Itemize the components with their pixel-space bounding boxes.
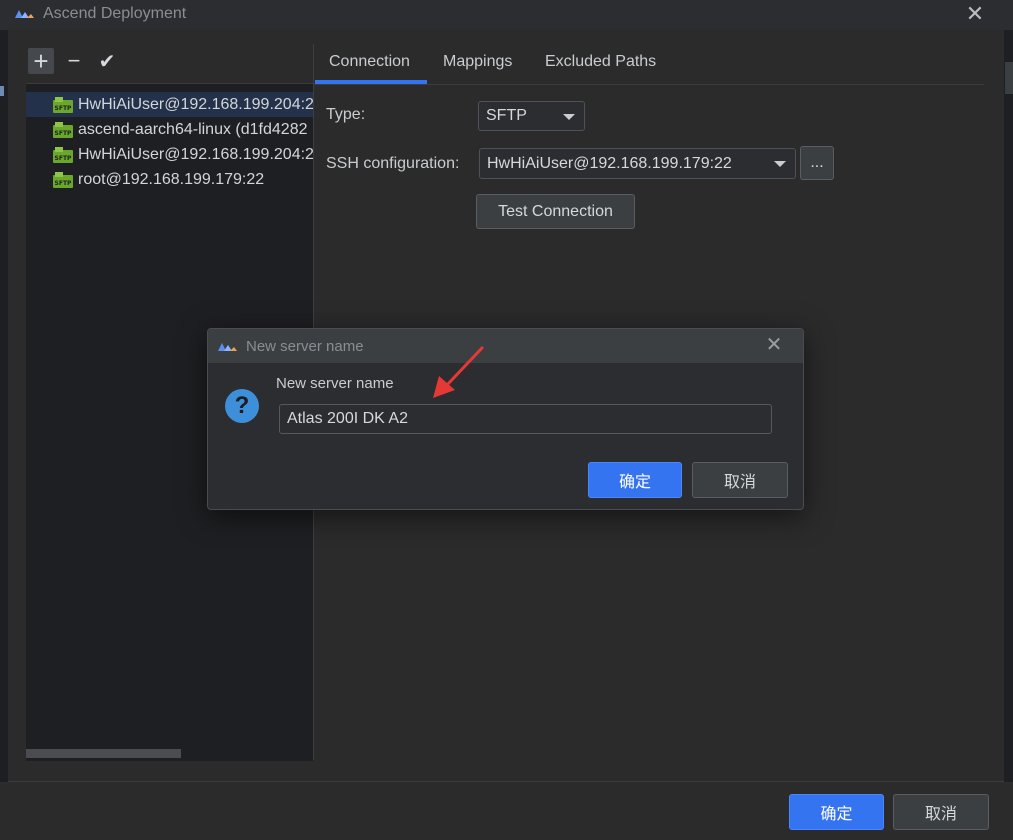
set-default-server-button[interactable]: ✔ [94,48,120,74]
server-list-item-label: root@192.168.199.179:22 [78,170,265,188]
sftp-icon: SFTP [53,171,73,188]
server-name-input[interactable] [279,404,772,434]
ssh-configuration-select[interactable]: HwHiAiUser@192.168.199.179:22 [479,148,796,179]
test-connection-button[interactable]: Test Connection [476,194,635,229]
window-left-edge [0,30,8,790]
window-close-icon[interactable]: ✕ [962,1,988,27]
tab-mappings[interactable]: Mappings [443,53,512,85]
footer-divider [8,781,1004,782]
question-icon: ? [225,389,259,423]
dialog-close-icon[interactable]: ✕ [762,333,786,357]
new-server-name-dialog: New server name ✕ ? New server name 确定 取… [207,328,804,510]
ascend-logo-icon [15,10,34,18]
dialog-title: New server name [246,338,364,355]
server-list-item[interactable]: SFTP HwHiAiUser@192.168.199.204:2 [26,92,313,117]
chevron-down-icon [563,114,575,120]
sftp-icon: SFTP [53,146,73,163]
type-select[interactable]: SFTP [478,101,585,131]
tab-excluded-paths[interactable]: Excluded Paths [545,53,656,85]
annotation-arrow [433,346,484,398]
ssh-configuration-value: HwHiAiUser@192.168.199.179:22 [487,154,732,172]
svg-text:SFTP: SFTP [55,155,73,162]
svg-text:SFTP: SFTP [55,130,73,137]
window-title: Ascend Deployment [43,5,187,22]
tab-divider [314,84,984,85]
type-select-value: SFTP [486,107,527,124]
add-server-button[interactable]: + [28,46,54,76]
window-right-edge [1004,30,1013,790]
active-tab-indicator [315,80,427,84]
chevron-down-icon [774,161,786,167]
dialog-cancel-button[interactable]: 取消 [692,462,788,498]
window-right-edge-handle [1005,62,1013,94]
cancel-button[interactable]: 取消 [893,794,989,830]
sftp-icon: SFTP [53,96,73,113]
ssh-configuration-label: SSH configuration: [326,155,460,172]
browse-ssh-config-button[interactable]: ... [800,146,834,180]
list-scrollbar-thumb[interactable] [26,749,181,758]
server-list-item[interactable]: SFTP root@192.168.199.179:22 [26,167,313,192]
server-list-item[interactable]: SFTP ascend-aarch64-linux (d1fd4282 [26,117,313,142]
server-list-item-label: ascend-aarch64-linux (d1fd4282 [78,120,308,138]
svg-text:SFTP: SFTP [55,180,73,187]
remove-server-button[interactable]: − [61,48,87,74]
server-list-item[interactable]: SFTP HwHiAiUser@192.168.199.204:2 [26,142,313,167]
ok-button[interactable]: 确定 [789,794,884,830]
window-edge-marker [0,86,4,96]
sftp-icon: SFTP [53,121,73,138]
type-label: Type: [326,106,366,123]
server-list-item-label: HwHiAiUser@192.168.199.204:2 [78,95,313,113]
svg-text:SFTP: SFTP [55,105,73,112]
ascend-logo-icon [218,343,237,351]
dialog-ok-button[interactable]: 确定 [588,462,682,498]
dialog-prompt-label: New server name [276,375,394,392]
server-list-item-label: HwHiAiUser@192.168.199.204:2 [78,145,313,163]
